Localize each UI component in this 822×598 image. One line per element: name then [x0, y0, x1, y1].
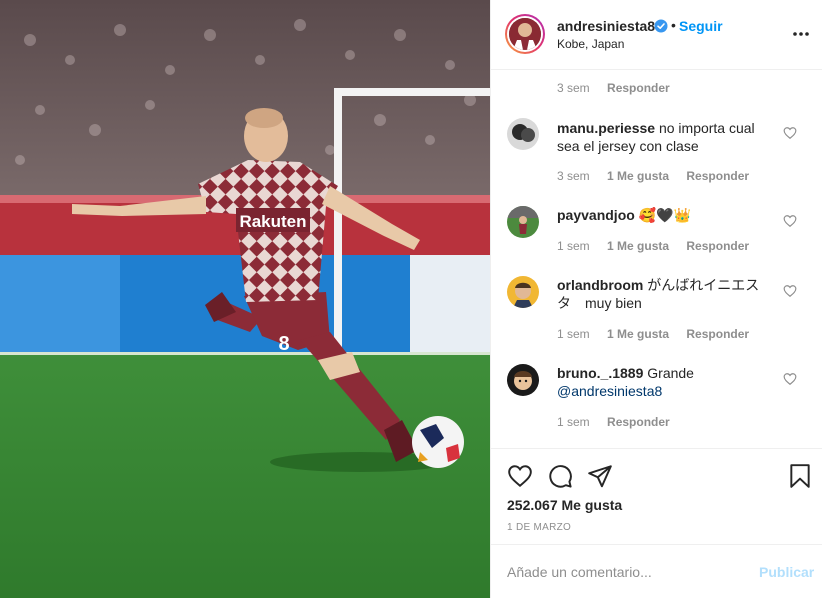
comment-meta: 1 sem Responder: [557, 415, 684, 429]
post-photo[interactable]: Rakuten 8: [0, 0, 490, 598]
comment-like-heart-icon[interactable]: [783, 214, 797, 228]
add-comment-bar: Publicar: [491, 544, 822, 598]
heart-icon[interactable]: [507, 463, 533, 489]
comment-avatar-image: [507, 118, 539, 150]
author-avatar-image: [509, 18, 541, 50]
verified-badge-icon: [654, 19, 668, 33]
comment-username[interactable]: payvandjoo: [557, 207, 635, 223]
comment-likes[interactable]: 1 Me gusta: [607, 239, 669, 253]
add-comment-input[interactable]: [507, 560, 747, 584]
comment-like-heart-icon[interactable]: [783, 126, 797, 140]
player-photo: Rakuten 8: [0, 0, 490, 598]
comment-avatar[interactable]: [507, 364, 539, 396]
comment-reply-button[interactable]: Responder: [686, 239, 749, 253]
caption-time: 3 sem: [557, 81, 590, 95]
comment-meta: 3 sem 1 Me gusta Responder: [557, 169, 763, 183]
comment-mention-link[interactable]: @andresiniesta8: [557, 383, 662, 399]
comment-username[interactable]: orlandbroom: [557, 277, 643, 293]
comment-avatar-image: [507, 276, 539, 308]
comment-meta: 1 sem 1 Me gusta Responder: [557, 239, 763, 253]
comment-avatar-image: [507, 206, 539, 238]
comment-time: 1 sem: [557, 239, 590, 253]
caption-meta: 3 sem Responder: [557, 81, 684, 95]
comment-reply-button[interactable]: Responder: [686, 327, 749, 341]
comment-text: orlandbroom がんばれイニエスタ muy bien: [557, 276, 767, 312]
post-header: andresiniesta8 • Seguir Kobe, Japan: [491, 0, 822, 70]
comment-icon[interactable]: [547, 463, 573, 489]
comment-like-heart-icon[interactable]: [783, 284, 797, 298]
jersey-number-text: 8: [278, 333, 289, 355]
caption-reply-button[interactable]: Responder: [607, 81, 670, 95]
comment-likes[interactable]: 1 Me gusta: [607, 169, 669, 183]
bookmark-icon[interactable]: [787, 463, 813, 489]
comment-avatar[interactable]: [507, 276, 539, 308]
comment-username[interactable]: bruno._.1889: [557, 365, 643, 381]
author-avatar[interactable]: [505, 14, 545, 54]
likes-count[interactable]: 252.067 Me gusta: [507, 497, 622, 513]
post-location[interactable]: Kobe, Japan: [557, 37, 624, 51]
separator-dot: •: [671, 17, 676, 33]
comment-time: 1 sem: [557, 327, 590, 341]
comment-meta: 1 sem 1 Me gusta Responder: [557, 327, 763, 341]
comment-likes[interactable]: 1 Me gusta: [607, 327, 669, 341]
comment-text: bruno._.1889 Grande @andresiniesta8: [557, 364, 767, 400]
comment-body: 🥰🖤👑: [638, 207, 691, 223]
comments-list[interactable]: 3 sem Responder manu.periesse no importa…: [491, 70, 822, 448]
comment-time: 3 sem: [557, 169, 590, 183]
comment-time: 1 sem: [557, 415, 590, 429]
more-options-icon[interactable]: [791, 24, 811, 44]
comment-avatar[interactable]: [507, 118, 539, 150]
author-username[interactable]: andresiniesta8: [557, 18, 655, 34]
comment-text: payvandjoo 🥰🖤👑: [557, 206, 767, 224]
share-icon[interactable]: [587, 463, 613, 489]
post-side-panel: andresiniesta8 • Seguir Kobe, Japan 3 se…: [490, 0, 822, 598]
comment-avatar-image: [507, 364, 539, 396]
post-actions: 252.067 Me gusta 1 DE MARZO: [491, 448, 822, 544]
comment-reply-button[interactable]: Responder: [686, 169, 749, 183]
comment-username[interactable]: manu.periesse: [557, 120, 655, 136]
comment-body: Grande: [647, 365, 694, 381]
comment-text: manu.periesse no importa cual sea el jer…: [557, 119, 767, 155]
comment-avatar[interactable]: [507, 206, 539, 238]
post-date[interactable]: 1 DE MARZO: [507, 522, 571, 533]
comment-reply-button[interactable]: Responder: [607, 415, 670, 429]
follow-button[interactable]: Seguir: [679, 18, 723, 34]
comment-like-heart-icon[interactable]: [783, 372, 797, 386]
publish-button[interactable]: Publicar: [759, 564, 814, 580]
jersey-sponsor-text: Rakuten: [239, 212, 306, 231]
